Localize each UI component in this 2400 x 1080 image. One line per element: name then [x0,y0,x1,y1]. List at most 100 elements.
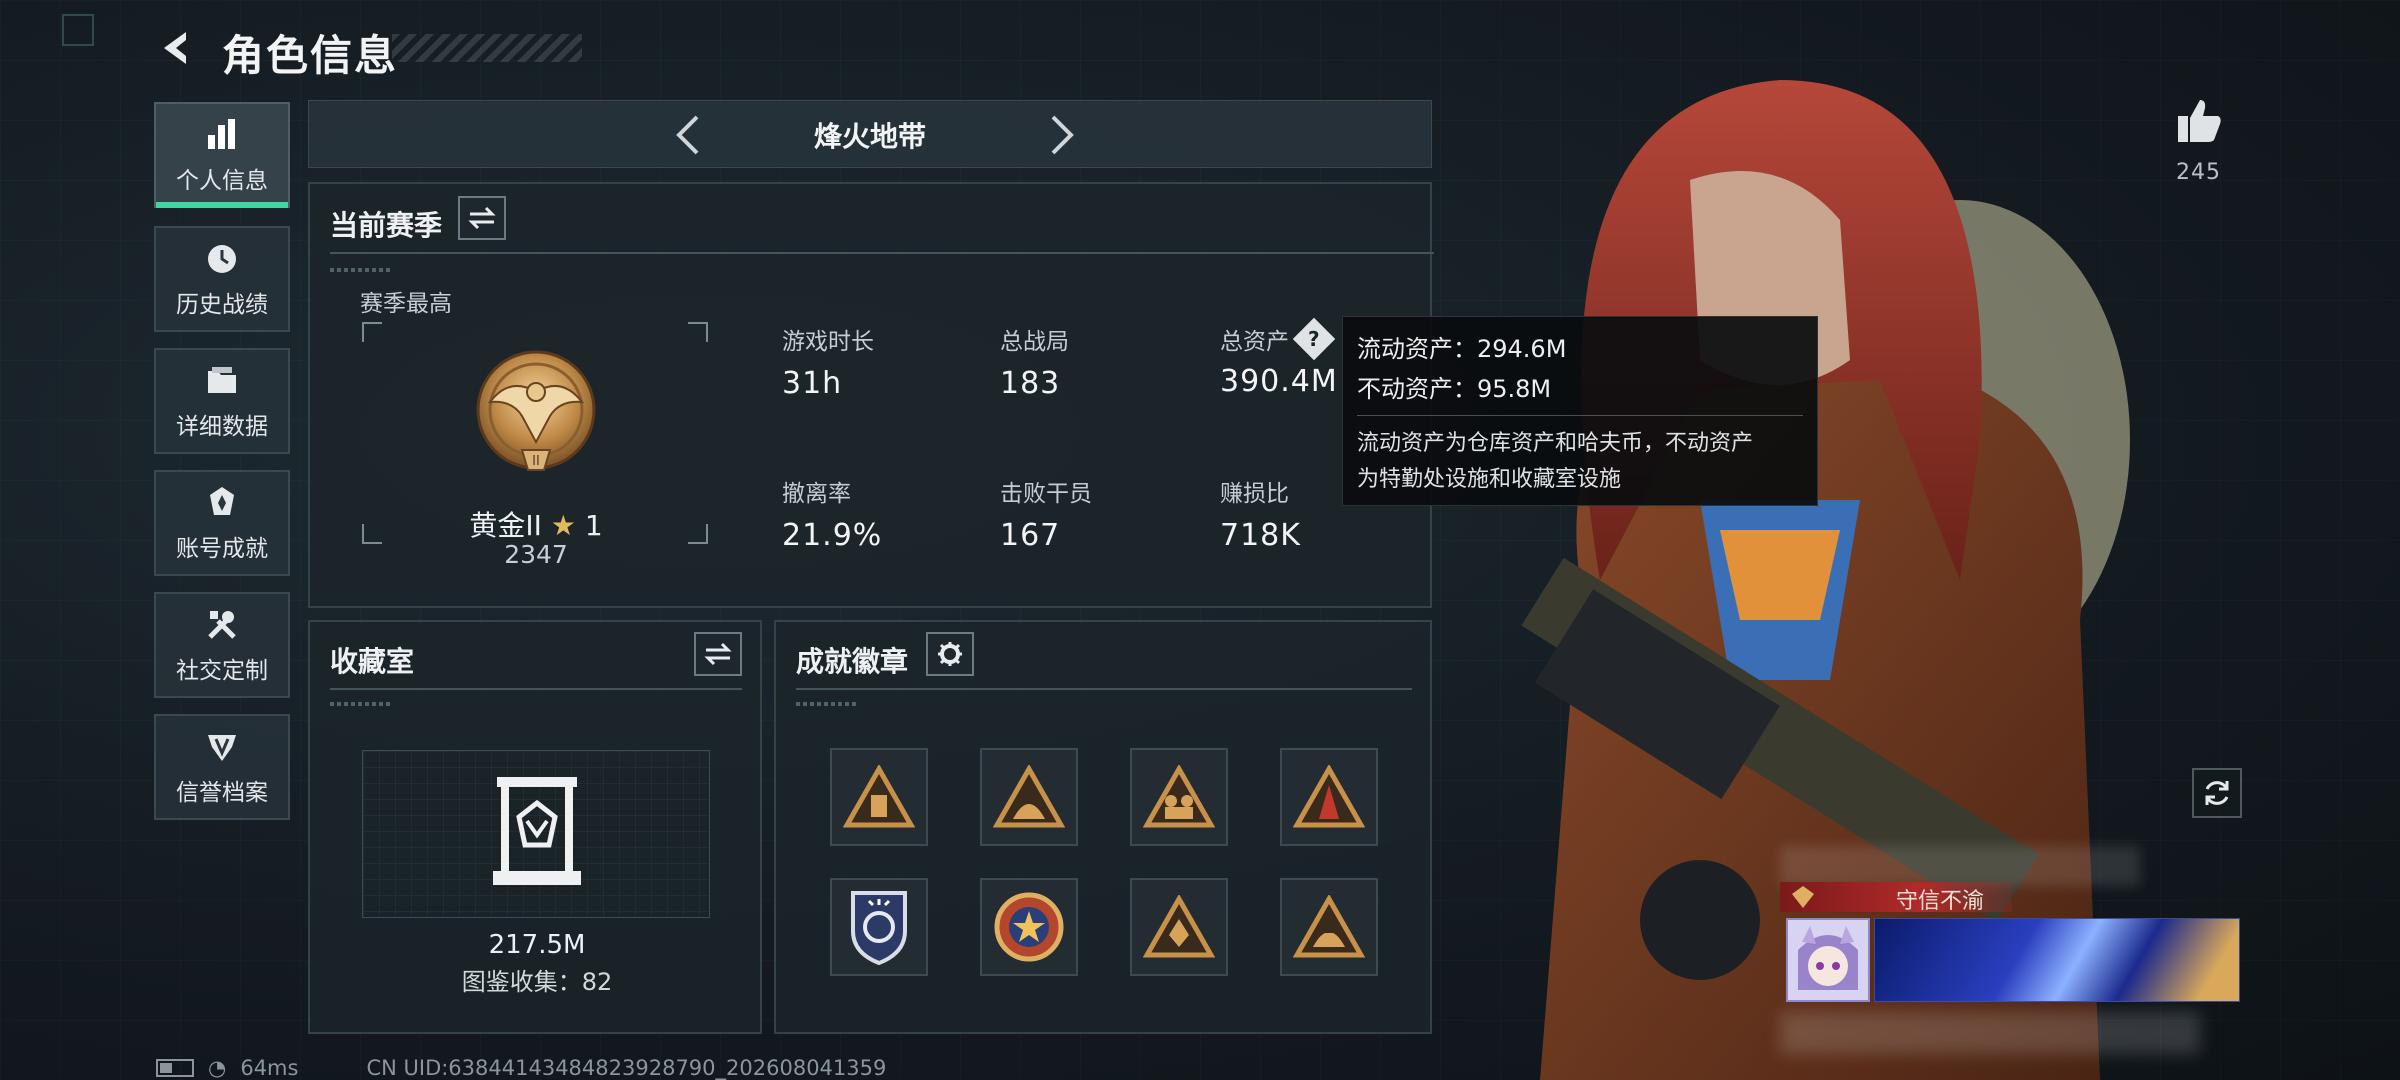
gold-rank-emblem-icon: II [470,346,602,482]
achievement-badge[interactable] [980,748,1078,846]
title-decoration [392,34,582,62]
achievement-badge[interactable] [980,878,1078,976]
swap-icon [468,206,496,230]
sidebar-item-label: 社交定制 [176,658,268,684]
blurred-signature [1780,1012,2200,1054]
divider-dash [330,268,390,272]
thumbs-up-icon [2178,100,2221,142]
battery-icon [156,1059,194,1077]
sidebar-item-credit[interactable]: 信誉档案 [154,714,290,820]
like-button[interactable] [2174,96,2224,146]
achievement-panel: 成就徽章 [774,620,1432,1034]
stat-total-assets: 总资产 ? 390.4M [1220,317,1338,399]
section-divider [330,252,1434,254]
stat-profit-loss-ratio: 赚损比 718K [1220,474,1301,553]
stat-value: 167 [1000,518,1061,553]
mode-label: 烽火地带 [813,120,926,153]
tooltip-liquid-assets: 流动资产：294.6M [1357,335,1567,363]
anime-avatar-icon [1788,920,1868,1000]
divider-dash [330,702,390,706]
profile-banner[interactable] [1874,918,2240,1002]
stat-extraction-rate: 撤离率 21.9% [782,474,882,553]
section-divider [796,688,1412,690]
tooltip-description-line1: 流动资产为仓库资产和哈夫币，不动资产 [1357,431,1754,456]
rank-stars: 1 [584,509,603,542]
sidebar-item-label: 信誉档案 [176,780,268,806]
sidebar-item-social[interactable]: 社交定制 [154,592,290,698]
stat-operators-defeated: 击败干员 167 [1000,474,1092,553]
credit-icon [202,727,242,767]
collection-panel: 收藏室 217.5M 图鉴收集：82 [308,620,762,1034]
catalog-count: 图鉴收集：82 [461,968,613,996]
player-uid: CN UID:63844143484823928790_202608041359 [366,1056,887,1080]
help-icon[interactable]: ? [1292,317,1336,361]
stat-value: 183 [1000,366,1061,401]
mode-selector: 烽火地带 [308,100,1432,168]
season-title: 当前赛季 [330,209,443,242]
achievement-badge[interactable] [1130,878,1228,976]
next-mode-button[interactable] [1035,107,1091,163]
bar-chart-icon [202,115,242,155]
back-button[interactable] [150,22,202,74]
collection-preview[interactable] [362,750,710,918]
history-icon [202,239,242,279]
achievement-badge[interactable] [1130,748,1228,846]
stat-label: 总战局 [1000,329,1069,355]
season-panel: 当前赛季 赛季最高 II 黄金II ★ 1 2347 游戏时长 31h 总战局 … [308,182,1434,608]
sidebar-item-personal-info[interactable]: 个人信息 [154,102,290,208]
sidebar-item-label: 历史战绩 [176,292,268,318]
wifi-icon: ◔ [208,1056,227,1080]
player-avatar[interactable] [1786,918,1870,1002]
sidebar-item-history[interactable]: 历史战绩 [154,226,290,332]
achievement-badge[interactable] [1280,878,1378,976]
sidebar-item-label: 账号成就 [176,536,268,562]
svg-text:II: II [532,454,540,469]
tools-icon [202,605,242,645]
sidebar-item-achievements[interactable]: 账号成就 [154,470,290,576]
divider-dash [796,702,856,706]
triangle-badge-icon [1143,765,1215,828]
page-title: 角色信息 [222,31,399,80]
shield-badge-icon [851,891,907,966]
sidebar-item-detailed-data[interactable]: 详细数据 [154,348,290,454]
switch-season-button[interactable] [458,196,506,240]
achievement-title: 成就徽章 [796,645,909,678]
blurred-player-name [1780,846,2140,886]
stat-play-time: 游戏时长 31h [782,322,874,401]
folder-icon [202,361,242,401]
section-divider [330,688,742,690]
status-bar: ◔ 64ms CN UID:63844143484823928790_20260… [156,1056,886,1080]
display-case-icon [493,777,581,885]
stat-label: 游戏时长 [782,329,874,355]
achievement-badge[interactable] [830,878,928,976]
collection-title: 收藏室 [330,645,415,678]
stat-value: 21.9% [782,518,883,553]
stat-total-matches: 总战局 183 [1000,322,1069,401]
achievement-badge[interactable] [830,748,928,846]
triangle-badge-icon [1143,895,1215,958]
back-arrow-icon [164,32,186,64]
stat-label: 击败干员 [1000,481,1092,507]
triangle-badge-icon [1293,765,1365,828]
stat-label: 撤离率 [782,481,851,507]
rotate-view-button[interactable] [2192,768,2242,818]
chevron-right-icon [1051,115,1074,155]
stat-label: 总资产 [1220,329,1289,355]
stat-value: 31h [782,366,843,401]
stat-value: 390.4M [1220,364,1338,399]
medal-icon [1792,886,1814,908]
achievement-badge[interactable] [1280,748,1378,846]
stat-label: 赚损比 [1220,481,1289,507]
star-round-badge-icon [994,892,1064,962]
triangle-badge-icon [993,765,1065,828]
switch-collection-button[interactable] [694,632,742,676]
rank-points: 2347 [504,540,568,569]
sidebar-item-label: 个人信息 [176,168,268,194]
swap-icon [704,642,732,666]
gear-icon [938,642,962,666]
star-icon: ★ [550,509,576,542]
rank-name-row: 黄金II ★ 1 [310,504,762,544]
achievement-settings-button[interactable] [926,632,974,676]
season-best-label: 赛季最高 [360,291,452,317]
achievement-icon [202,483,242,523]
